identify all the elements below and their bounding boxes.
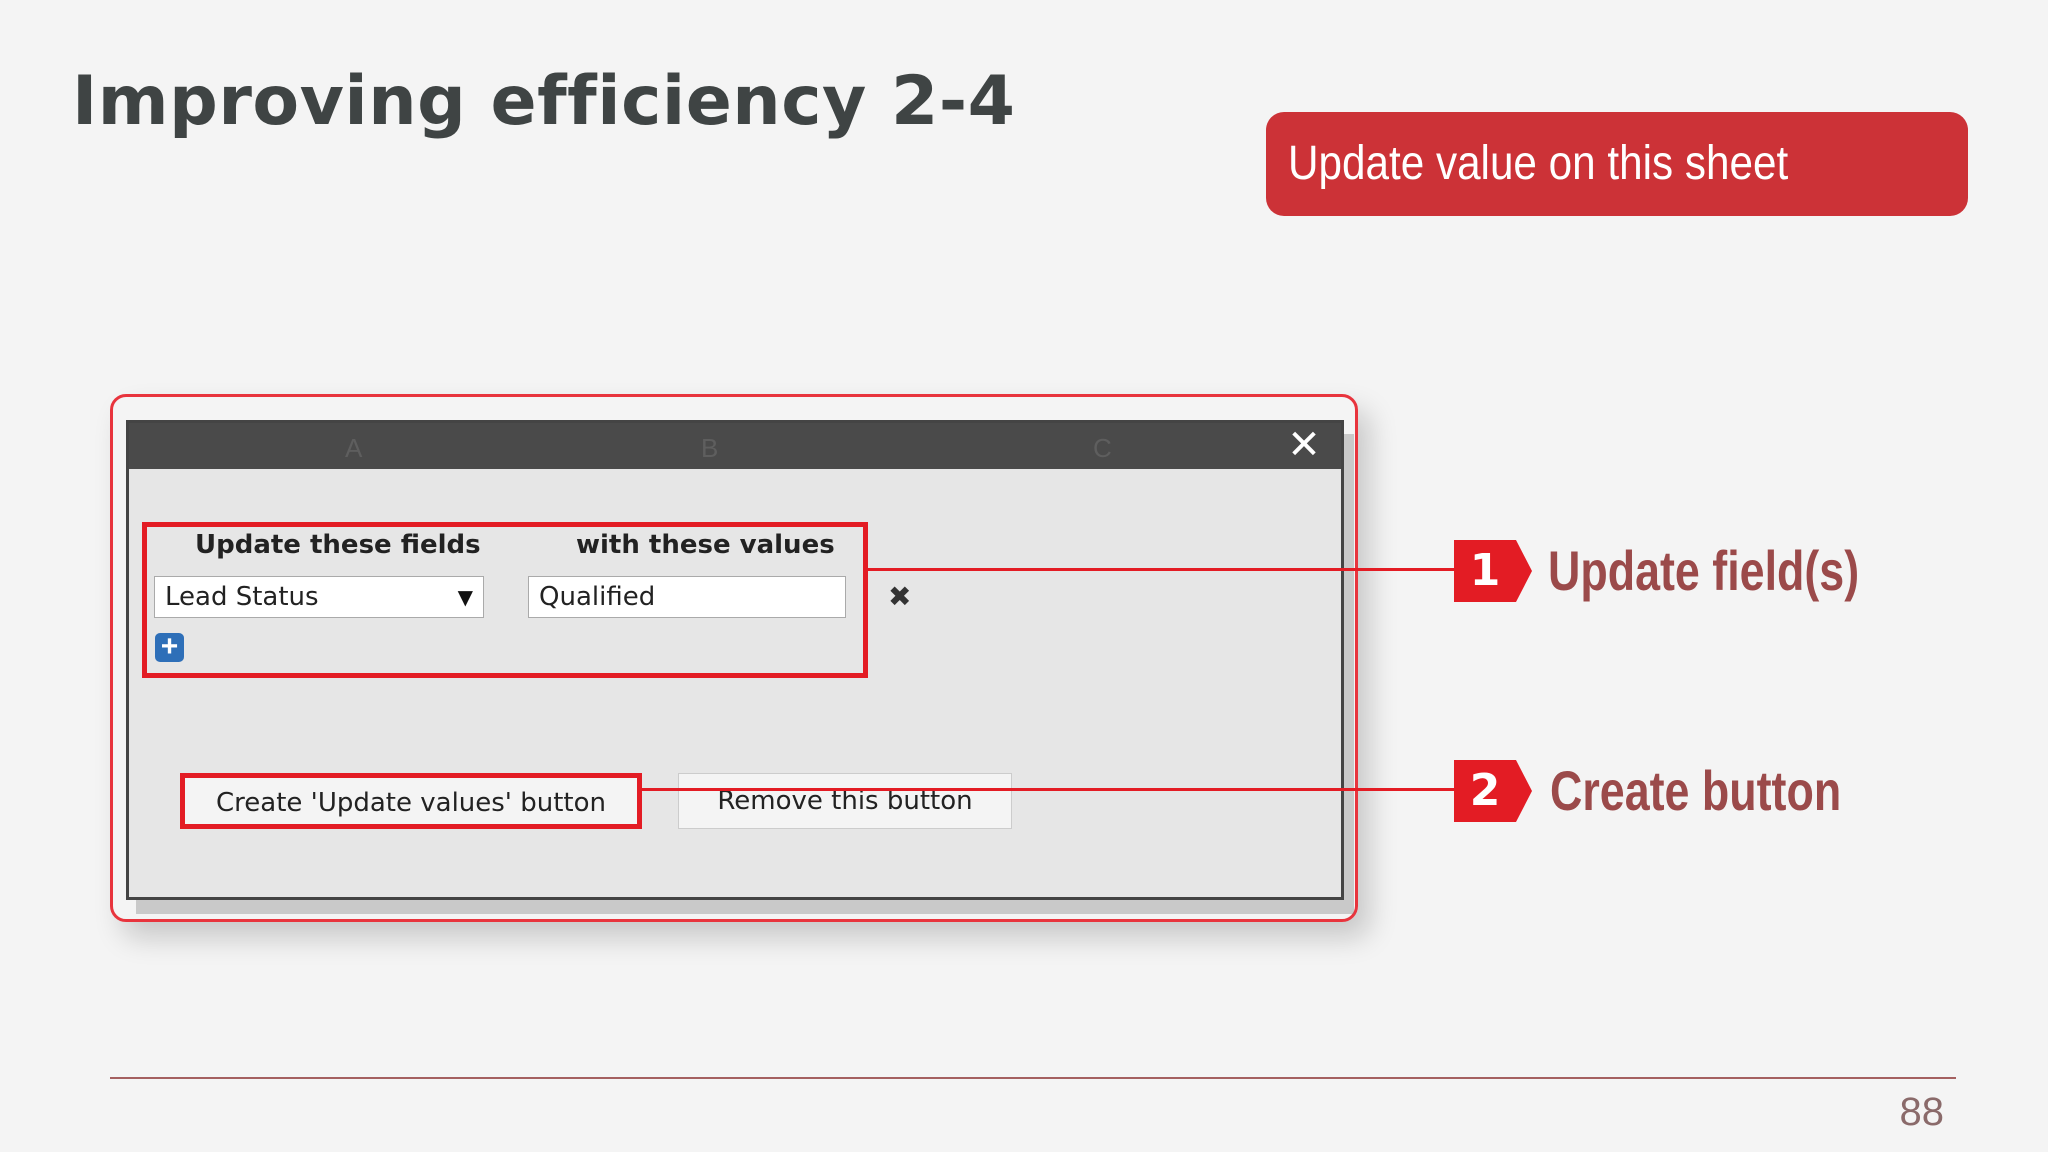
step-badge-1: 1	[1454, 540, 1532, 602]
field-select[interactable]: Lead Status ▼	[154, 576, 484, 618]
column-letter-a: A	[345, 433, 363, 463]
remove-button[interactable]: Remove this button	[678, 773, 1012, 829]
leader-line-1	[868, 568, 1462, 571]
close-icon[interactable]: ✕	[1285, 425, 1323, 465]
column-letter-c: C	[1093, 433, 1112, 463]
header-update-fields: Update these fields	[195, 530, 481, 560]
step-label-1: Update field(s)	[1548, 539, 1860, 602]
remove-row-icon[interactable]: ✖	[888, 580, 911, 613]
column-letter-b: B	[701, 433, 719, 463]
dialog-titlebar[interactable]: A B C ✕	[129, 423, 1341, 469]
step-badge-2: 2	[1454, 760, 1532, 822]
banner: Update value on this sheet	[1266, 112, 1968, 216]
leader-line-2	[642, 788, 1462, 791]
footer-divider	[110, 1077, 1956, 1079]
create-update-values-button[interactable]: Create 'Update values' button	[180, 773, 642, 829]
slide-title: Improving efficiency 2-4	[72, 62, 1016, 141]
step-number-1: 1	[1469, 545, 1501, 596]
step-number-2: 2	[1469, 765, 1501, 816]
banner-text: Update value on this sheet	[1288, 137, 1789, 190]
step-label-2: Create button	[1550, 759, 1842, 822]
triangle-down-icon: ▼	[457, 585, 473, 609]
field-select-value: Lead Status	[165, 582, 319, 612]
add-row-icon[interactable]: +	[155, 632, 184, 662]
page-number: 88	[1899, 1090, 1945, 1134]
header-with-values: with these values	[576, 530, 835, 560]
value-input[interactable]	[528, 576, 846, 618]
